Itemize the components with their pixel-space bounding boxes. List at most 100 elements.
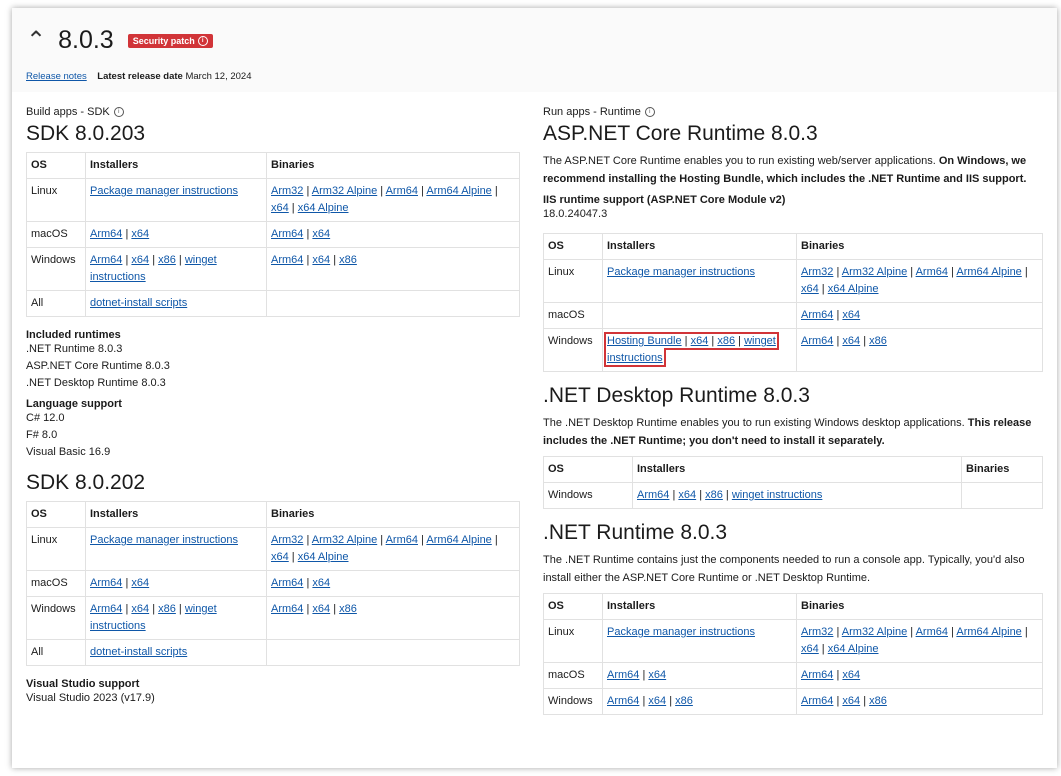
binary-link[interactable]: x64 Alpine bbox=[828, 283, 879, 295]
binary-link[interactable]: Arm32 Alpine bbox=[842, 626, 907, 638]
installer-link[interactable]: Arm64 bbox=[90, 254, 122, 266]
table-row: Linux Package manager instructions Arm32 |… bbox=[26, 527, 520, 571]
info-icon[interactable]: i bbox=[113, 107, 124, 117]
binary-link[interactable]: x86 bbox=[869, 695, 887, 707]
table-header-row: OS Installers Binaries bbox=[26, 152, 520, 179]
binary-link[interactable]: Arm32 bbox=[271, 534, 303, 546]
table-row: All dotnet-install scripts bbox=[26, 639, 520, 666]
binary-link[interactable]: x86 bbox=[869, 335, 887, 347]
binary-link[interactable]: Arm32 bbox=[271, 185, 303, 197]
release-notes-link[interactable]: Release notes bbox=[26, 71, 87, 82]
installer-link[interactable]: x86 bbox=[675, 695, 693, 707]
installer-link[interactable]: Hosting Bundle bbox=[607, 335, 682, 347]
installer-link[interactable]: x64 bbox=[691, 335, 709, 347]
binary-link[interactable]: x64 Alpine bbox=[828, 643, 879, 655]
installer-link[interactable]: Arm64 bbox=[90, 577, 122, 589]
installer-link[interactable]: Package manager instructions bbox=[90, 534, 238, 546]
binary-link[interactable]: Arm32 Alpine bbox=[842, 266, 907, 278]
binaries-cell: Arm64 | x64 | x86 bbox=[266, 596, 520, 640]
extra-item: ASP.NET Core Runtime 8.0.3 bbox=[26, 360, 170, 372]
installers-cell: Package manager instructions bbox=[85, 527, 267, 571]
installer-link[interactable]: x86 bbox=[705, 489, 723, 501]
os-cell: macOS bbox=[543, 302, 603, 329]
installers-cell: Arm64 | x64 | x86 bbox=[602, 688, 797, 715]
binary-link[interactable]: Arm64 Alpine bbox=[956, 626, 1021, 638]
installer-links: Package manager instructions bbox=[90, 185, 238, 197]
binary-link[interactable]: x64 bbox=[312, 254, 330, 266]
info-icon[interactable]: i bbox=[644, 107, 655, 117]
info-icon[interactable]: i bbox=[197, 35, 208, 46]
binary-link[interactable]: Arm32 Alpine bbox=[312, 534, 377, 546]
installer-link[interactable]: Arm64 bbox=[90, 603, 122, 615]
column-header: OS bbox=[543, 593, 603, 620]
column-header: OS bbox=[26, 152, 86, 179]
extra-item: Visual Basic 16.9 bbox=[26, 446, 111, 458]
binary-link[interactable]: Arm64 Alpine bbox=[426, 185, 491, 197]
installer-link[interactable]: x64 bbox=[131, 228, 149, 240]
installer-link[interactable]: dotnet-install scripts bbox=[90, 297, 187, 309]
binary-link[interactable]: x64 bbox=[842, 695, 860, 707]
binary-link[interactable]: Arm64 bbox=[271, 577, 303, 589]
binary-link[interactable]: Arm64 bbox=[801, 335, 833, 347]
binary-link[interactable]: Arm32 Alpine bbox=[312, 185, 377, 197]
binary-link[interactable]: Arm64 Alpine bbox=[426, 534, 491, 546]
binary-link[interactable]: x64 bbox=[312, 577, 330, 589]
binary-link[interactable]: x64 bbox=[842, 669, 860, 681]
binary-link[interactable]: x64 bbox=[801, 283, 819, 295]
installer-link[interactable]: x86 bbox=[158, 603, 176, 615]
binary-link[interactable]: Arm64 bbox=[801, 309, 833, 321]
installer-link[interactable]: x86 bbox=[717, 335, 735, 347]
installer-link[interactable]: winget instructions bbox=[732, 489, 823, 501]
installer-link[interactable]: x64 bbox=[131, 254, 149, 266]
installer-link[interactable]: Arm64 bbox=[607, 695, 639, 707]
column-header: Installers bbox=[85, 501, 267, 528]
installer-link[interactable]: x64 bbox=[131, 577, 149, 589]
installer-link[interactable]: x86 bbox=[158, 254, 176, 266]
binary-link[interactable]: Arm64 bbox=[386, 534, 418, 546]
binary-link[interactable]: x64 bbox=[271, 202, 289, 214]
chevron-up-icon[interactable]: ⌃ bbox=[26, 28, 46, 53]
binary-link[interactable]: x86 bbox=[339, 603, 357, 615]
binary-link[interactable]: Arm64 bbox=[801, 695, 833, 707]
binary-link[interactable]: Arm64 bbox=[916, 626, 948, 638]
column-header: Binaries bbox=[266, 152, 520, 179]
installer-link[interactable]: x64 bbox=[648, 695, 666, 707]
binary-link[interactable]: Arm64 Alpine bbox=[956, 266, 1021, 278]
installer-link[interactable]: Arm64 bbox=[90, 228, 122, 240]
binaries-cell: Arm64 | x64 bbox=[266, 221, 520, 248]
binary-link[interactable]: x64 bbox=[312, 228, 330, 240]
binary-link[interactable]: x64 bbox=[801, 643, 819, 655]
sdk-title: SDK 8.0.203 bbox=[26, 122, 146, 145]
binary-link[interactable]: Arm64 bbox=[271, 254, 303, 266]
installer-links: Arm64 | x64 | x86 | winget instructions bbox=[90, 603, 217, 632]
binary-link[interactable]: Arm64 bbox=[271, 228, 303, 240]
binary-link[interactable]: x64 bbox=[842, 309, 860, 321]
installer-link[interactable]: Package manager instructions bbox=[607, 626, 755, 638]
column-header: Binaries bbox=[961, 456, 1043, 483]
binary-link[interactable]: Arm64 bbox=[801, 669, 833, 681]
binary-link[interactable]: Arm32 bbox=[801, 266, 833, 278]
binary-link[interactable]: x64 bbox=[271, 551, 289, 563]
binary-link[interactable]: Arm32 bbox=[801, 626, 833, 638]
installer-links: Hosting Bundle | x64 | x86 | winget inst… bbox=[604, 332, 779, 367]
installer-link[interactable]: Arm64 bbox=[607, 669, 639, 681]
runtime-title: .NET Desktop Runtime 8.0.3 bbox=[543, 384, 810, 407]
installer-link[interactable]: dotnet-install scripts bbox=[90, 646, 187, 658]
installer-links: Arm64 | x64 bbox=[90, 228, 150, 240]
binary-link[interactable]: Arm64 bbox=[916, 266, 948, 278]
binary-link[interactable]: Arm64 bbox=[271, 603, 303, 615]
installer-link[interactable]: x64 bbox=[131, 603, 149, 615]
binary-link[interactable]: x64 bbox=[842, 335, 860, 347]
installers-cell: Arm64 | x64 bbox=[85, 570, 267, 597]
installer-link[interactable]: Package manager instructions bbox=[90, 185, 238, 197]
installer-link[interactable]: x64 bbox=[678, 489, 696, 501]
binaries-cell: Arm32 | Arm32 Alpine | Arm64 | Arm64 Alp… bbox=[796, 259, 1043, 303]
binary-link[interactable]: Arm64 bbox=[386, 185, 418, 197]
binary-link[interactable]: x64 bbox=[312, 603, 330, 615]
installer-link[interactable]: Package manager instructions bbox=[607, 266, 755, 278]
binary-link[interactable]: x64 Alpine bbox=[298, 551, 349, 563]
binary-link[interactable]: x86 bbox=[339, 254, 357, 266]
installer-link[interactable]: x64 bbox=[648, 669, 666, 681]
binary-link[interactable]: x64 Alpine bbox=[298, 202, 349, 214]
installer-link[interactable]: Arm64 bbox=[637, 489, 669, 501]
